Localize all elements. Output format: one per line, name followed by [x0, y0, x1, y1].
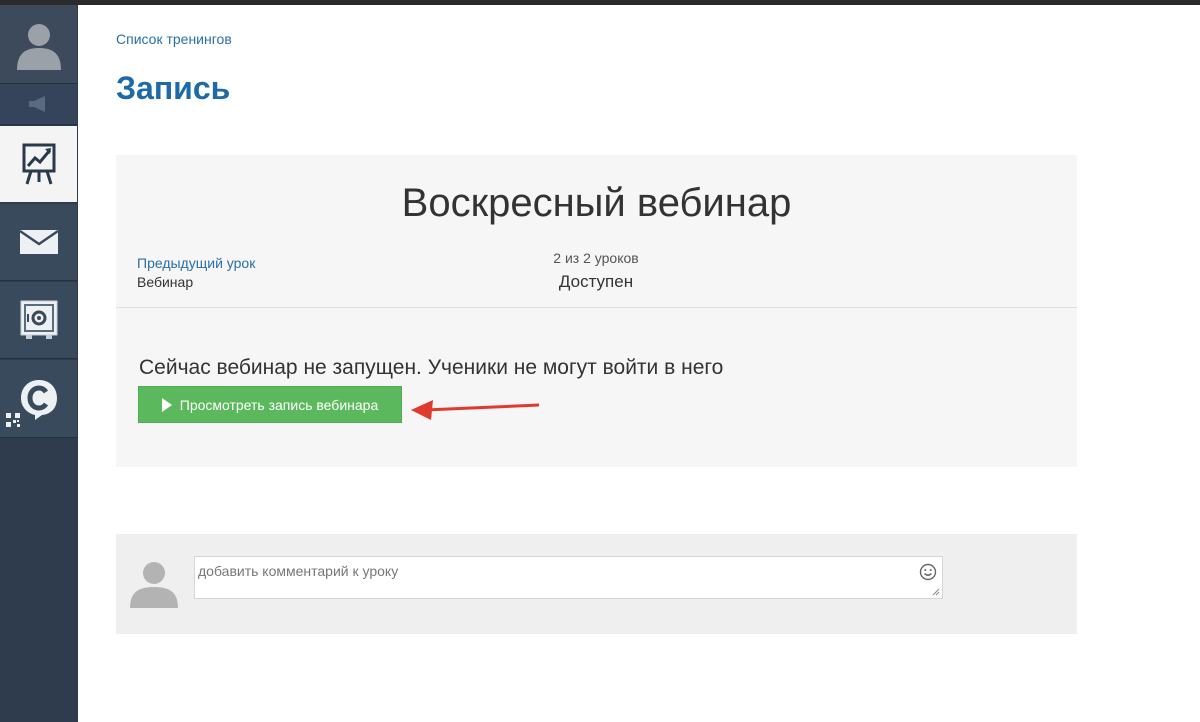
panel-divider	[116, 307, 1077, 308]
safe-icon	[20, 300, 57, 339]
page-title: Запись	[116, 70, 231, 106]
megaphone-icon	[28, 96, 45, 112]
training-chart-icon	[22, 143, 55, 185]
play-icon	[161, 397, 172, 412]
comment-panel	[116, 534, 1077, 634]
resize-grip-icon[interactable]	[932, 588, 940, 596]
sidebar	[0, 5, 78, 722]
watch-recording-label: Просмотреть запись вебинара	[179, 396, 379, 413]
sidebar-item-chat[interactable]	[0, 360, 77, 438]
sidebar-item-mail[interactable]	[0, 204, 77, 281]
sidebar-item-trainings[interactable]	[0, 126, 77, 202]
red-arrow-annotation	[411, 400, 540, 420]
emoji-icon[interactable]	[919, 563, 937, 581]
lesson-panel: Воскресный вебинар Предыдущий урок Вебин…	[116, 155, 1077, 467]
qr-code-icon[interactable]	[6, 413, 20, 427]
lesson-status: Доступен	[558, 272, 634, 291]
chat-c-icon	[20, 379, 57, 420]
lesson-count: 2 из 2 уроков	[553, 250, 639, 266]
breadcrumb-trainings-link[interactable]: Список тренингов	[116, 31, 232, 47]
sidebar-item-profile[interactable]	[0, 5, 77, 84]
browser-top-bar	[0, 0, 1200, 5]
lesson-title: Воскресный вебинар	[401, 181, 792, 225]
previous-lesson-link[interactable]: Предыдущий урок	[137, 255, 255, 271]
user-avatar-icon	[16, 24, 61, 70]
webinar-status-message: Сейчас вебинар не запущен. Ученики не мо…	[139, 356, 724, 379]
sidebar-item-safe[interactable]	[0, 282, 77, 359]
comment-box	[194, 556, 943, 599]
sidebar-item-announcements[interactable]	[0, 84, 77, 125]
commenter-avatar-icon	[130, 562, 178, 608]
previous-lesson-name: Вебинар	[137, 274, 194, 290]
mail-icon	[18, 229, 59, 254]
comment-input[interactable]	[195, 557, 942, 598]
watch-recording-button[interactable]: Просмотреть запись вебинара	[138, 386, 402, 423]
